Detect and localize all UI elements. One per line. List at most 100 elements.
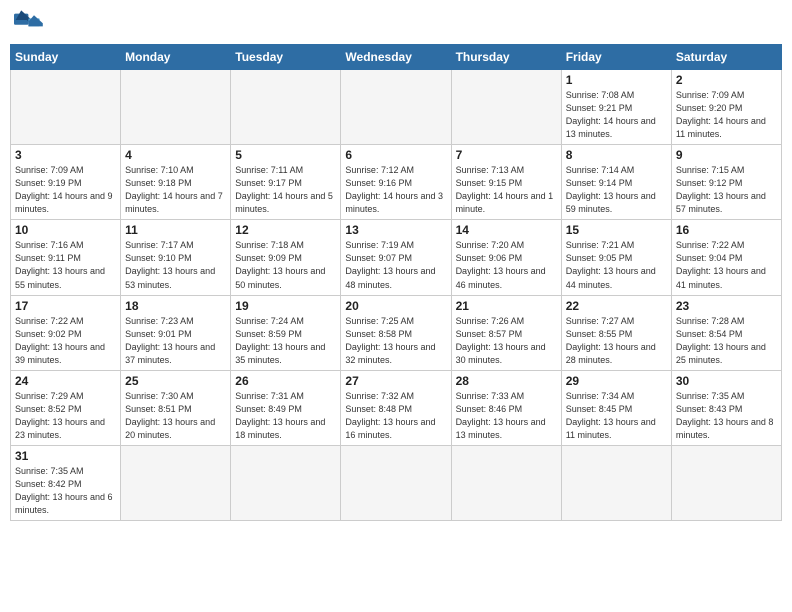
calendar-cell: 2 Sunrise: 7:09 AM Sunset: 9:20 PM Daylig… (671, 70, 781, 145)
day-info: Sunrise: 7:20 AM Sunset: 9:06 PM Dayligh… (456, 239, 557, 291)
calendar-cell: 27Sunrise: 7:32 AM Sunset: 8:48 PM Dayli… (341, 370, 451, 445)
calendar-cell (451, 70, 561, 145)
day-number: 19 (235, 299, 336, 313)
day-info: Sunrise: 7:31 AM Sunset: 8:49 PM Dayligh… (235, 390, 336, 442)
day-info: Sunrise: 7:35 AM Sunset: 8:42 PM Dayligh… (15, 465, 116, 517)
calendar-cell: 5 Sunrise: 7:11 AM Sunset: 9:17 PM Daylig… (231, 145, 341, 220)
day-number: 22 (566, 299, 667, 313)
calendar-week-6: 31 Sunrise: 7:35 AM Sunset: 8:42 PM Dayli… (11, 445, 782, 520)
day-number: 25 (125, 374, 226, 388)
day-number: 7 (456, 148, 557, 162)
calendar-cell: 17Sunrise: 7:22 AM Sunset: 9:02 PM Dayli… (11, 295, 121, 370)
day-info: Sunrise: 7:34 AM Sunset: 8:45 PM Dayligh… (566, 390, 667, 442)
day-number: 14 (456, 223, 557, 237)
day-info: Sunrise: 7:08 AM Sunset: 9:21 PM Dayligh… (566, 89, 667, 141)
day-number: 8 (566, 148, 667, 162)
day-number: 29 (566, 374, 667, 388)
weekday-header-tuesday: Tuesday (231, 45, 341, 70)
calendar-cell: 4Sunrise: 7:10 AM Sunset: 9:18 PM Daylig… (121, 145, 231, 220)
day-number: 30 (676, 374, 777, 388)
weekday-header-wednesday: Wednesday (341, 45, 451, 70)
day-info: Sunrise: 7:09 AM Sunset: 9:19 PM Dayligh… (15, 164, 116, 216)
day-number: 13 (345, 223, 446, 237)
header (10, 10, 782, 38)
day-info: Sunrise: 7:30 AM Sunset: 8:51 PM Dayligh… (125, 390, 226, 442)
day-number: 9 (676, 148, 777, 162)
day-info: Sunrise: 7:11 AM Sunset: 9:17 PM Dayligh… (235, 164, 336, 216)
day-info: Sunrise: 7:17 AM Sunset: 9:10 PM Dayligh… (125, 239, 226, 291)
day-number: 17 (15, 299, 116, 313)
calendar-cell: 22 Sunrise: 7:27 AM Sunset: 8:55 PM Dayli… (561, 295, 671, 370)
day-info: Sunrise: 7:28 AM Sunset: 8:54 PM Dayligh… (676, 315, 777, 367)
day-number: 4 (125, 148, 226, 162)
calendar-cell: 19 Sunrise: 7:24 AM Sunset: 8:59 PM Dayli… (231, 295, 341, 370)
calendar-cell: 30Sunrise: 7:35 AM Sunset: 8:43 PM Dayli… (671, 370, 781, 445)
calendar-cell: 24Sunrise: 7:29 AM Sunset: 8:52 PM Dayli… (11, 370, 121, 445)
calendar-cell: 29 Sunrise: 7:34 AM Sunset: 8:45 PM Dayli… (561, 370, 671, 445)
day-number: 21 (456, 299, 557, 313)
calendar-cell: 26 Sunrise: 7:31 AM Sunset: 8:49 PM Dayli… (231, 370, 341, 445)
calendar-week-2: 3Sunrise: 7:09 AM Sunset: 9:19 PM Daylig… (11, 145, 782, 220)
calendar-cell: 6 Sunrise: 7:12 AM Sunset: 9:16 PM Daylig… (341, 145, 451, 220)
day-info: Sunrise: 7:14 AM Sunset: 9:14 PM Dayligh… (566, 164, 667, 216)
day-info: Sunrise: 7:22 AM Sunset: 9:04 PM Dayligh… (676, 239, 777, 291)
day-info: Sunrise: 7:15 AM Sunset: 9:12 PM Dayligh… (676, 164, 777, 216)
calendar-cell: 7 Sunrise: 7:13 AM Sunset: 9:15 PM Daylig… (451, 145, 561, 220)
calendar-cell (121, 70, 231, 145)
calendar-cell: 16 Sunrise: 7:22 AM Sunset: 9:04 PM Dayli… (671, 220, 781, 295)
day-info: Sunrise: 7:25 AM Sunset: 8:58 PM Dayligh… (345, 315, 446, 367)
day-info: Sunrise: 7:19 AM Sunset: 9:07 PM Dayligh… (345, 239, 446, 291)
calendar-cell: 8 Sunrise: 7:14 AM Sunset: 9:14 PM Daylig… (561, 145, 671, 220)
logo-icon (14, 10, 46, 38)
calendar-cell: 14 Sunrise: 7:20 AM Sunset: 9:06 PM Dayli… (451, 220, 561, 295)
calendar-cell (671, 445, 781, 520)
calendar-cell: 15Sunrise: 7:21 AM Sunset: 9:05 PM Dayli… (561, 220, 671, 295)
day-number: 2 (676, 73, 777, 87)
calendar-cell: 1 Sunrise: 7:08 AM Sunset: 9:21 PM Daylig… (561, 70, 671, 145)
calendar-cell (451, 445, 561, 520)
day-info: Sunrise: 7:24 AM Sunset: 8:59 PM Dayligh… (235, 315, 336, 367)
calendar-cell (561, 445, 671, 520)
day-number: 6 (345, 148, 446, 162)
calendar-cell: 12 Sunrise: 7:18 AM Sunset: 9:09 PM Dayli… (231, 220, 341, 295)
day-number: 18 (125, 299, 226, 313)
weekday-header-monday: Monday (121, 45, 231, 70)
day-info: Sunrise: 7:16 AM Sunset: 9:11 PM Dayligh… (15, 239, 116, 291)
day-info: Sunrise: 7:29 AM Sunset: 8:52 PM Dayligh… (15, 390, 116, 442)
day-number: 26 (235, 374, 336, 388)
calendar-table: SundayMondayTuesdayWednesdayThursdayFrid… (10, 44, 782, 521)
calendar-cell: 9 Sunrise: 7:15 AM Sunset: 9:12 PM Daylig… (671, 145, 781, 220)
calendar-cell: 3Sunrise: 7:09 AM Sunset: 9:19 PM Daylig… (11, 145, 121, 220)
calendar-cell (121, 445, 231, 520)
logo (14, 10, 50, 38)
calendar-cell: 25 Sunrise: 7:30 AM Sunset: 8:51 PM Dayli… (121, 370, 231, 445)
day-number: 16 (676, 223, 777, 237)
weekday-header-row: SundayMondayTuesdayWednesdayThursdayFrid… (11, 45, 782, 70)
weekday-header-sunday: Sunday (11, 45, 121, 70)
day-number: 23 (676, 299, 777, 313)
day-number: 28 (456, 374, 557, 388)
weekday-header-friday: Friday (561, 45, 671, 70)
day-number: 12 (235, 223, 336, 237)
day-number: 1 (566, 73, 667, 87)
calendar-week-3: 10Sunrise: 7:16 AM Sunset: 9:11 PM Dayli… (11, 220, 782, 295)
calendar-week-5: 24Sunrise: 7:29 AM Sunset: 8:52 PM Dayli… (11, 370, 782, 445)
day-info: Sunrise: 7:13 AM Sunset: 9:15 PM Dayligh… (456, 164, 557, 216)
calendar-cell: 18 Sunrise: 7:23 AM Sunset: 9:01 PM Dayli… (121, 295, 231, 370)
day-number: 31 (15, 449, 116, 463)
calendar-cell: 13 Sunrise: 7:19 AM Sunset: 9:07 PM Dayli… (341, 220, 451, 295)
day-info: Sunrise: 7:23 AM Sunset: 9:01 PM Dayligh… (125, 315, 226, 367)
calendar-cell: 20 Sunrise: 7:25 AM Sunset: 8:58 PM Dayli… (341, 295, 451, 370)
day-info: Sunrise: 7:21 AM Sunset: 9:05 PM Dayligh… (566, 239, 667, 291)
day-number: 5 (235, 148, 336, 162)
day-info: Sunrise: 7:09 AM Sunset: 9:20 PM Dayligh… (676, 89, 777, 141)
day-info: Sunrise: 7:27 AM Sunset: 8:55 PM Dayligh… (566, 315, 667, 367)
weekday-header-thursday: Thursday (451, 45, 561, 70)
day-info: Sunrise: 7:26 AM Sunset: 8:57 PM Dayligh… (456, 315, 557, 367)
day-info: Sunrise: 7:33 AM Sunset: 8:46 PM Dayligh… (456, 390, 557, 442)
day-info: Sunrise: 7:12 AM Sunset: 9:16 PM Dayligh… (345, 164, 446, 216)
calendar-cell: 21 Sunrise: 7:26 AM Sunset: 8:57 PM Dayli… (451, 295, 561, 370)
day-info: Sunrise: 7:18 AM Sunset: 9:09 PM Dayligh… (235, 239, 336, 291)
day-number: 20 (345, 299, 446, 313)
day-number: 27 (345, 374, 446, 388)
